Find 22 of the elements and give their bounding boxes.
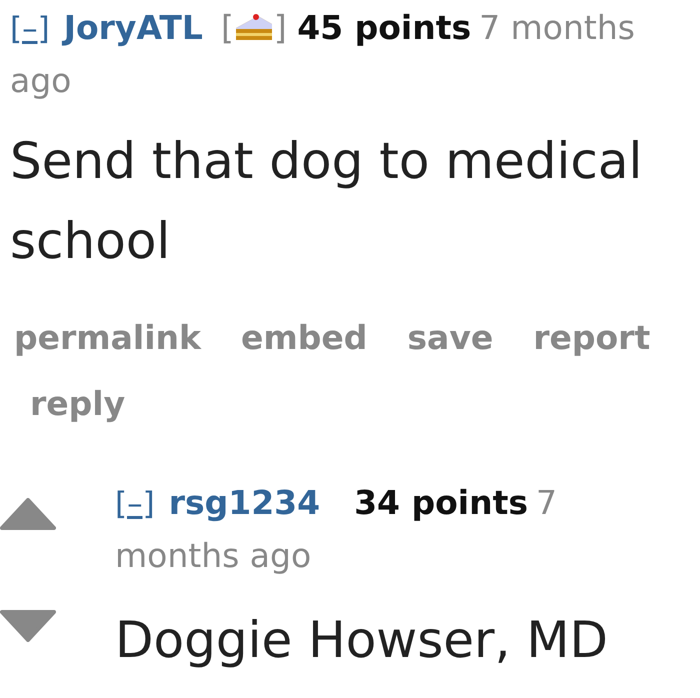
action-link[interactable]: embed [241,307,368,369]
timestamp: ago [10,61,72,100]
timestamp: months ago [115,536,312,575]
action-link[interactable]: report [533,307,650,369]
collapse-toggle[interactable]: [–] [115,486,155,522]
timestamp: 7 months [479,8,635,47]
action-link[interactable]: permalink [14,307,201,369]
points-count: 45 points [297,8,472,47]
upvote-arrow-icon[interactable] [0,498,56,532]
flair-bracket: ] [274,8,287,47]
username-link[interactable]: rsg1234 [168,483,320,522]
collapse-toggle[interactable]: [–] [10,11,50,47]
flair-bracket: [ [220,8,234,47]
comment-text: Doggie Howser, MD [115,610,609,671]
action-link[interactable]: save [407,307,494,369]
cake-icon [234,12,274,42]
points-count: 34 points [354,483,528,522]
comment-text: Send that dog to medical school [10,131,644,272]
timestamp: 7 [536,483,558,522]
username-link[interactable]: JoryATL [64,8,203,47]
action-link[interactable]: reply [14,373,126,435]
downvote-arrow-icon[interactable] [0,608,56,642]
